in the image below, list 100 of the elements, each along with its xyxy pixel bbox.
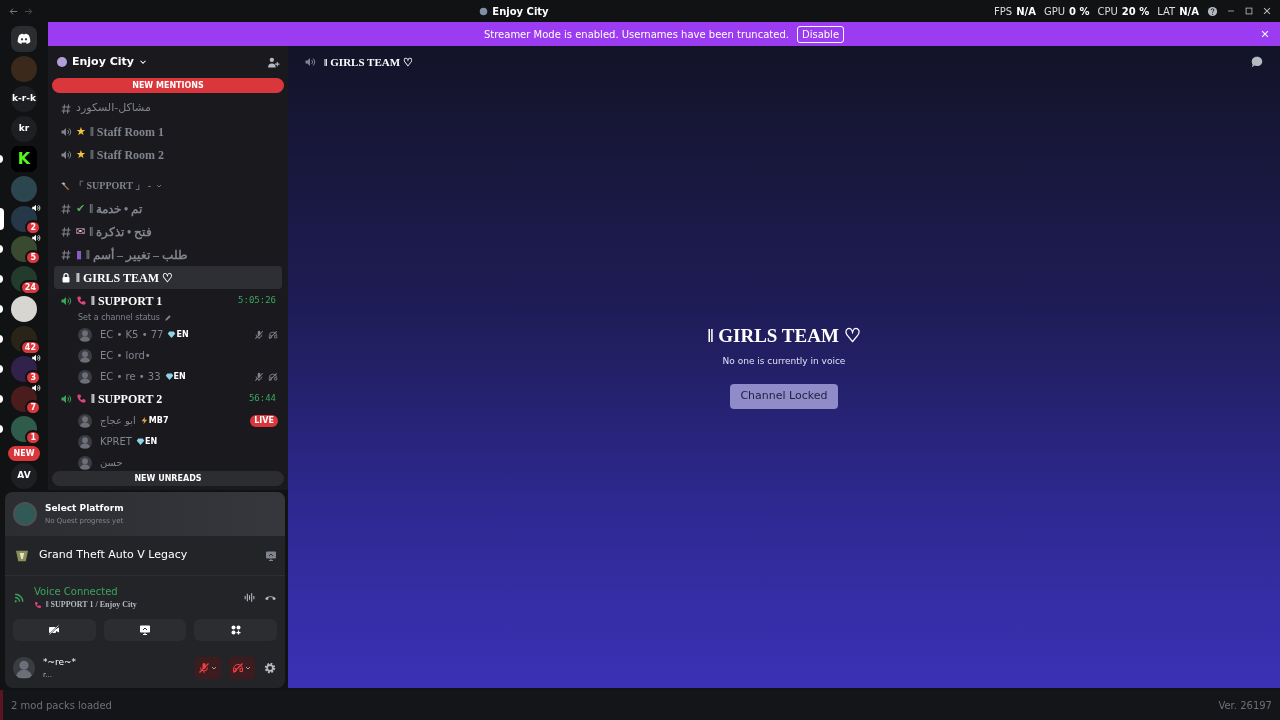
mic-toggle-button[interactable] [195, 657, 221, 679]
speaker-icon [60, 125, 72, 138]
close-icon[interactable] [1262, 6, 1272, 16]
member-name[interactable]: EC • lord• [100, 348, 151, 363]
lock-icon [60, 271, 72, 284]
screen-share-icon [139, 624, 151, 636]
channel-item[interactable]: ✉ ǁ فتح • تذكرة [54, 220, 282, 243]
server-name[interactable]: Enjoy City [72, 53, 134, 71]
stat-label: LAT [1157, 4, 1176, 19]
member-name[interactable]: EC • K5 • 77 [100, 327, 164, 342]
hash-icon [60, 202, 72, 215]
member-name[interactable]: EC • re • 33 [100, 369, 161, 384]
server-avatar[interactable]: 42 [11, 326, 37, 352]
phone-icon [76, 393, 87, 404]
unread-badge: 2 [25, 220, 41, 235]
channel-item[interactable]: ✔ ǁ تم • خدمة [54, 197, 282, 220]
channel-item[interactable]: ★ ǁ Staff Room 1 [54, 120, 282, 143]
stat-value: N/A [1179, 4, 1199, 19]
pencil-icon [163, 314, 172, 322]
activities-button[interactable] [194, 619, 277, 641]
server-button[interactable]: kr [11, 116, 37, 142]
back-arrow-icon[interactable] [8, 5, 19, 17]
empty-voice-message: No one is currently in voice [722, 354, 846, 368]
channel-name: ǁ Staff Room 1 [89, 123, 165, 141]
server-avatar[interactable]: 1 [11, 416, 37, 442]
speaker-icon [60, 294, 72, 307]
disable-button[interactable]: Disable [796, 25, 845, 43]
channel-status[interactable]: Set a channel status [78, 312, 160, 324]
maximize-icon[interactable] [1244, 6, 1254, 16]
member-name[interactable]: حسن [100, 455, 123, 470]
channel-item[interactable]: مشاكل-السكورد [54, 97, 282, 120]
screen-share-button[interactable] [103, 619, 187, 641]
banner-text: Streamer Mode is enabled. Usernames have been truncated. [483, 27, 789, 42]
discord-logo-icon [16, 31, 32, 47]
server-button[interactable]: k-r-k [11, 86, 37, 112]
voice-status[interactable]: Voice Connected [34, 584, 235, 599]
server-avatar[interactable] [11, 296, 37, 322]
member-name[interactable]: ابو عجاج [100, 413, 136, 428]
channel-item[interactable]: ▮ ǁ طلب – تغيير – أسم [54, 243, 282, 266]
channel-name: ǁ طلب – تغيير – أسم [86, 246, 188, 264]
emoji-icon: ▮ [76, 249, 83, 260]
emoji-icon: ★ [76, 149, 86, 160]
server-avatar[interactable]: 24 [11, 266, 37, 292]
emoji-icon: ✔ [76, 203, 86, 214]
hash-icon [60, 248, 72, 261]
stat-value: N/A [1016, 4, 1036, 19]
avatar-icon [78, 413, 92, 428]
server-button[interactable]: AV [11, 463, 37, 489]
avatar-icon [78, 434, 92, 449]
voice-channel-title: ǁ GIRLS TEAM ♡ [707, 324, 861, 348]
channel-name: ǁ SUPPORT 2 [91, 390, 163, 408]
unread-badge: 1 [25, 430, 41, 445]
signal-icon [13, 591, 26, 604]
apps-icon [229, 624, 242, 636]
settings-icon[interactable] [263, 661, 277, 675]
channel-item[interactable]: ǁ SUPPORT 2 56:44 [54, 387, 282, 410]
channel-item[interactable]: ★ ǁ Staff Room 2 [54, 143, 282, 166]
version-text: Ver. 26197 [1218, 698, 1272, 713]
channel-name: ǁ فتح • تذكرة [89, 223, 153, 241]
member-name[interactable]: KPRET [100, 434, 132, 449]
channel-title: ǁ GIRLS TEAM ♡ [324, 54, 413, 70]
stat-label: GPU [1043, 4, 1065, 19]
bolt-icon [139, 416, 149, 425]
screen-share-icon[interactable] [265, 549, 277, 562]
channel-item[interactable]: ǁ GIRLS TEAM ♡ [54, 266, 282, 289]
voice-channel-link[interactable]: ǁ SUPPORT 1 / Enjoy City [46, 599, 137, 611]
game-name: Grand Theft Auto V Legacy [39, 547, 188, 564]
new-unreads-pill[interactable]: NEW UNREADS [52, 471, 284, 486]
chat-icon[interactable] [1250, 55, 1264, 69]
avatar-icon [78, 348, 92, 363]
waveform-icon[interactable] [243, 591, 256, 604]
speaker-icon [60, 392, 72, 405]
chevron-icon [244, 664, 252, 672]
channel-item[interactable]: ǁ SUPPORT 1 5:05:26 [54, 289, 282, 312]
add-person-icon[interactable] [267, 55, 280, 69]
user-name[interactable]: *~re~* [43, 656, 187, 670]
avatar-icon [78, 327, 92, 342]
quest-title: Select Platform [45, 502, 124, 515]
help-icon[interactable] [1207, 5, 1218, 17]
stat-value: 0 % [1069, 4, 1090, 19]
unread-badge: 5 [25, 250, 41, 265]
server-button[interactable]: K [11, 146, 37, 172]
channel-name: مشاكل-السكورد [76, 100, 151, 117]
member-tag: EN [164, 370, 186, 383]
channel-name: ǁ SUPPORT 1 [91, 292, 163, 310]
quest-avatar [13, 502, 37, 526]
new-pill[interactable]: NEW [8, 446, 40, 461]
server-icon [479, 6, 489, 16]
channel-name: ǁ تم • خدمة [89, 200, 143, 218]
avatar-icon [78, 369, 92, 384]
channel-name: 「 SUPPORT 」 - [74, 179, 151, 193]
channel-locked-button[interactable]: Channel Locked [730, 384, 838, 409]
new-mentions-pill[interactable]: NEW MENTIONS [52, 78, 284, 93]
speaker-icon [60, 148, 72, 161]
discord-logo-button[interactable] [11, 26, 37, 52]
user-avatar-icon[interactable] [13, 657, 35, 679]
chevron-icon [210, 664, 218, 672]
camera-off-button[interactable] [13, 619, 96, 641]
channel-item[interactable]: 「 SUPPORT 」 - [54, 174, 282, 197]
deafen-toggle-button[interactable] [229, 657, 255, 679]
